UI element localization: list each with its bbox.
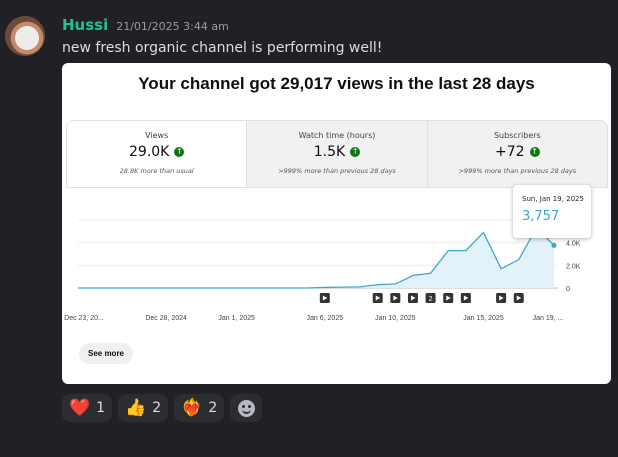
area-fill: [78, 227, 554, 288]
stat-value: 1.5K ↑: [247, 144, 426, 160]
stat-number: 29.0K: [128, 144, 170, 160]
stat-value: 29.0K ↑: [67, 144, 246, 160]
avatar[interactable]: [5, 16, 45, 56]
reaction-count: 2: [208, 400, 218, 416]
chat-message: Hussi 21/01/2025 3:44 am new fresh organ…: [0, 0, 618, 457]
stat-watch-time: Watch time (hours) 1.5K ↑ >999% more than…: [247, 121, 428, 187]
reaction-count: 1: [96, 400, 106, 416]
card-title: Your channel got 29,017 views in the las…: [138, 74, 535, 93]
x-tick-label: Dec 28, 2024: [145, 315, 187, 322]
chart-tooltip: Sun, Jan 19, 2025 3,757: [513, 185, 591, 238]
x-tick-label: Jan 19, ...: [533, 315, 564, 322]
reaction-count: 2: [152, 400, 162, 416]
stat-subtext: >999% more than previous 28 days: [458, 167, 577, 175]
stat-subscribers: Subscribers +72 ↑ >999% more than previou…: [427, 121, 607, 187]
see-more-button[interactable]: See more: [79, 343, 133, 364]
add-reaction-button[interactable]: [230, 394, 263, 422]
arrow-up-icon: ↑: [529, 147, 540, 157]
highlight-point: [551, 242, 557, 248]
reaction-heart[interactable]: ❤️ 1: [62, 394, 113, 422]
analytics-card-image[interactable]: Your channel got 29,017 views in the las…: [62, 63, 611, 384]
x-tick-label: Jan 1, 2025: [218, 315, 255, 322]
stat-label: Views: [145, 131, 169, 140]
y-tick-label: 4.0K: [566, 241, 581, 248]
message-header: Hussi 21/01/2025 3:44 am: [62, 16, 229, 36]
stat-subtext: 28.8K more than usual: [119, 167, 194, 175]
tooltip-value: 3,757: [522, 209, 560, 224]
y-tick-label: 0: [566, 286, 570, 293]
reaction-thumbs-up[interactable]: 👍 2: [118, 394, 169, 422]
message-text: new fresh organic channel is performing …: [62, 40, 383, 56]
heart-icon: ❤️: [69, 397, 91, 418]
thumbs-up-icon: 👍: [125, 397, 147, 418]
stat-label: Watch time (hours): [298, 131, 376, 140]
arrow-up-icon: ↑: [350, 147, 361, 157]
stat-value: +72 ↑: [428, 144, 607, 160]
stats-row: Views 29.0K ↑ 28.8K more than usual Watch…: [66, 120, 608, 188]
smiley-icon: [237, 399, 255, 417]
video-marker-label: 2: [429, 296, 433, 303]
reactions-bar: ❤️ 1 👍 2 ❤️‍🔥 2: [62, 394, 263, 422]
avatar-image: [5, 16, 45, 56]
username[interactable]: Hussi: [62, 16, 108, 34]
heart-on-fire-icon: ❤️‍🔥: [181, 397, 203, 418]
stat-number: 1.5K: [313, 144, 346, 160]
reaction-heart-on-fire[interactable]: ❤️‍🔥 2: [174, 394, 225, 422]
x-tick-label: Jan 10, 2025: [375, 315, 416, 322]
y-tick-label: 2.0K: [566, 263, 581, 270]
stat-subtext: >999% more than previous 28 days: [278, 167, 396, 175]
tooltip-date: Sun, Jan 19, 2025: [522, 195, 584, 203]
arrow-up-icon: ↑: [174, 147, 185, 157]
timestamp: 21/01/2025 3:44 am: [116, 20, 229, 33]
x-tick-label: Dec 23, 20...: [64, 315, 104, 322]
x-tick-label: Jan 6, 2025: [307, 315, 344, 322]
stat-views: Views 29.0K ↑ 28.8K more than usual: [67, 121, 248, 187]
stat-number: +72: [495, 144, 525, 160]
x-tick-label: Jan 15, 2025: [463, 315, 504, 322]
stat-label: Subscribers: [493, 131, 541, 140]
